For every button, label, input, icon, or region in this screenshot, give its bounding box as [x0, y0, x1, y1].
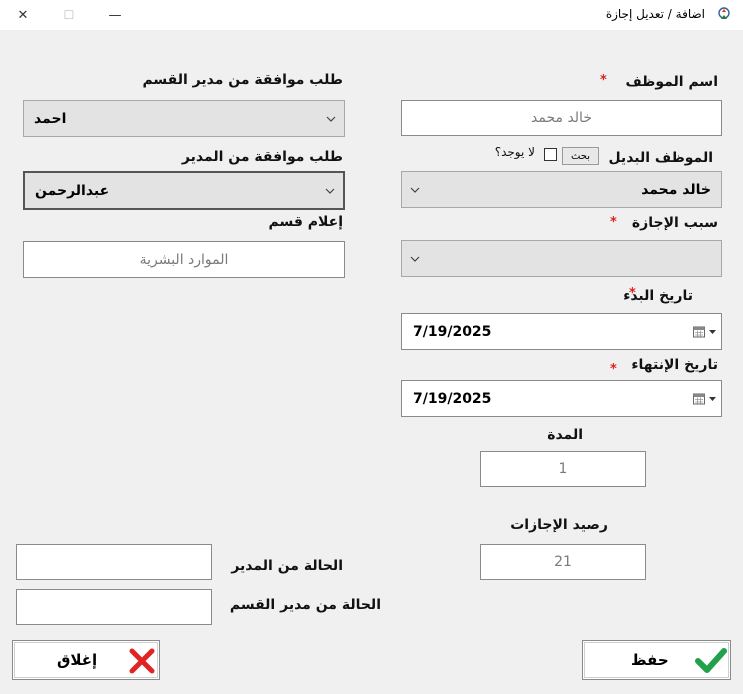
manager-approval-value: عبدالرحمن	[35, 182, 110, 199]
calendar-icon	[693, 326, 705, 337]
required-mark: *	[629, 286, 636, 301]
required-mark: *	[600, 73, 607, 88]
checkmark-icon	[695, 648, 727, 673]
close-button[interactable]: إغلاق	[12, 640, 160, 680]
leave-balance-label: رصيد الإجازات	[510, 517, 608, 533]
manager-approval-dropdown[interactable]: عبدالرحمن	[23, 171, 345, 210]
window-title: اضافة / تعديل إجازة	[605, 7, 705, 21]
maximize-icon: ☐	[63, 8, 75, 22]
minimize-icon: —	[108, 7, 122, 23]
close-x-icon	[129, 648, 155, 674]
chevron-down-icon	[326, 116, 336, 122]
dept-manager-approval-value: احمد	[34, 110, 67, 127]
end-date-picker[interactable]: 7/19/2025	[401, 380, 722, 417]
minimize-window-button[interactable]: —	[92, 0, 138, 30]
maximize-window-button[interactable]: ☐	[46, 0, 92, 30]
substitute-employee-value: خالد محمد	[641, 181, 711, 198]
required-mark: *	[610, 362, 617, 377]
no-substitute-label: لا يوجد؟	[494, 145, 535, 159]
leave-reason-label: سبب الإجازة	[631, 215, 718, 231]
notify-department-label: إعلام قسم	[268, 214, 343, 230]
save-button-label: حفظ	[631, 651, 669, 669]
employee-name-field[interactable]: خالد محمد	[401, 100, 722, 136]
no-substitute-checkbox[interactable]	[544, 148, 557, 161]
leave-balance-field[interactable]: 21	[480, 544, 646, 580]
close-window-button[interactable]: ✕	[0, 0, 46, 30]
search-button[interactable]: بحث	[562, 147, 599, 165]
status-manager-field[interactable]	[16, 544, 212, 580]
status-manager-label: الحالة من المدير	[231, 558, 343, 574]
leave-reason-dropdown[interactable]	[401, 240, 722, 277]
chevron-down-icon	[325, 188, 335, 194]
substitute-employee-dropdown[interactable]: خالد محمد	[401, 171, 722, 208]
status-dept-manager-label: الحالة من مدير القسم	[229, 597, 381, 613]
substitute-employee-label: الموظف البديل	[608, 150, 713, 166]
end-date-value: 7/19/2025	[413, 390, 492, 407]
start-date-picker[interactable]: 7/19/2025	[401, 313, 722, 350]
calendar-icon	[693, 393, 705, 404]
title-bar: ✕ ☐ — اضافة / تعديل إجازة	[0, 0, 743, 30]
start-date-value: 7/19/2025	[413, 323, 492, 340]
dropdown-arrow-icon	[709, 329, 716, 334]
manager-approval-label: طلب موافقة من المدير	[181, 149, 343, 165]
required-mark: *	[610, 215, 617, 230]
close-button-label: إغلاق	[57, 651, 98, 669]
chevron-down-icon	[410, 256, 420, 262]
close-icon: ✕	[17, 7, 29, 23]
chevron-down-icon	[410, 187, 420, 193]
save-button[interactable]: حفظ	[582, 640, 731, 680]
app-icon	[718, 7, 730, 19]
employee-name-label: اسم الموظف	[625, 74, 719, 90]
end-date-label: تاريخ الإنتهاء	[631, 357, 718, 373]
status-dept-manager-field[interactable]	[16, 589, 212, 625]
dept-manager-approval-label: طلب موافقة من مدير القسم	[142, 72, 343, 88]
dept-manager-approval-dropdown[interactable]: احمد	[23, 100, 345, 137]
dropdown-arrow-icon	[709, 396, 716, 401]
duration-field[interactable]: 1	[480, 451, 646, 487]
duration-label: المدة	[547, 427, 583, 443]
notify-department-field[interactable]: الموارد البشرية	[23, 241, 345, 278]
